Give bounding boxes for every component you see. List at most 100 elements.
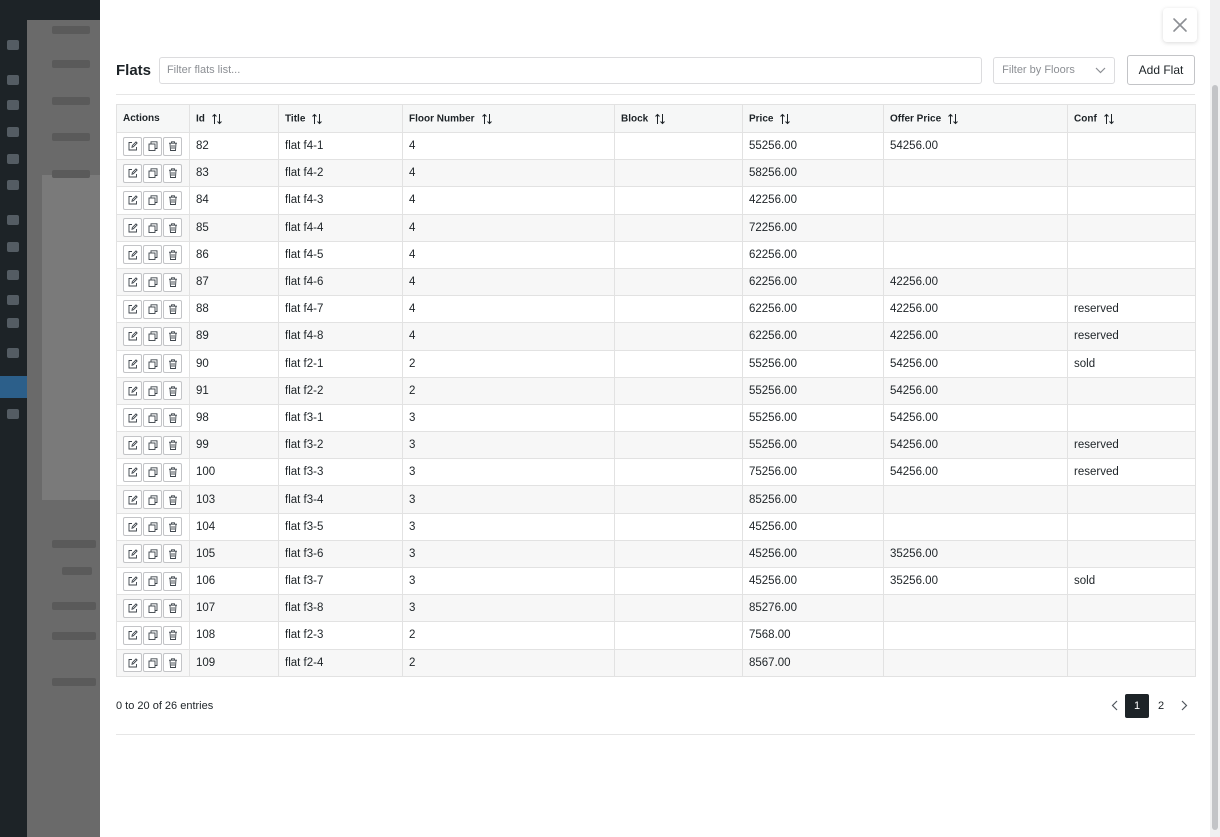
- duplicate-button[interactable]: [143, 381, 162, 401]
- filter-by-floors-select[interactable]: Filter by Floors: [993, 56, 1116, 84]
- add-flat-button[interactable]: Add Flat: [1127, 55, 1195, 85]
- delete-button[interactable]: [163, 435, 182, 455]
- cell-id: 99: [189, 431, 279, 460]
- column-header-offer-price[interactable]: Offer Price: [883, 104, 1068, 133]
- edit-button[interactable]: [123, 571, 142, 591]
- cell-floor-number: 4: [402, 131, 615, 161]
- duplicate-icon: [148, 331, 157, 342]
- edit-button[interactable]: [123, 299, 142, 319]
- page-2-button[interactable]: 2: [1149, 694, 1173, 718]
- edit-button[interactable]: [123, 272, 142, 292]
- edit-button[interactable]: [123, 408, 142, 428]
- prev-page-button[interactable]: [1103, 694, 1125, 718]
- duplicate-button[interactable]: [143, 326, 162, 346]
- cell-offer-price: [883, 621, 1068, 650]
- delete-button[interactable]: [163, 245, 182, 265]
- column-header-id[interactable]: Id: [189, 104, 279, 133]
- duplicate-button[interactable]: [143, 598, 162, 618]
- edit-button[interactable]: [123, 598, 142, 618]
- delete-button[interactable]: [163, 462, 182, 482]
- column-header-title[interactable]: Title: [278, 104, 403, 133]
- edit-button[interactable]: [123, 490, 142, 510]
- cell-conf: [1067, 267, 1196, 297]
- edit-button[interactable]: [123, 625, 142, 645]
- column-header-floor-number[interactable]: Floor Number: [402, 104, 615, 133]
- edit-button[interactable]: [123, 517, 142, 537]
- duplicate-button[interactable]: [143, 136, 162, 156]
- duplicate-button[interactable]: [143, 272, 162, 292]
- column-header-block[interactable]: Block: [614, 104, 743, 133]
- edit-button[interactable]: [123, 163, 142, 183]
- cell-offer-price: [883, 648, 1068, 677]
- duplicate-button[interactable]: [143, 571, 162, 591]
- delete-button[interactable]: [163, 381, 182, 401]
- column-header-conf[interactable]: Conf: [1067, 104, 1196, 133]
- duplicate-button[interactable]: [143, 517, 162, 537]
- edit-button[interactable]: [123, 381, 142, 401]
- cell-id: 82: [189, 131, 279, 161]
- delete-button[interactable]: [163, 598, 182, 618]
- duplicate-button[interactable]: [143, 544, 162, 564]
- close-button[interactable]: [1163, 8, 1197, 42]
- duplicate-icon: [148, 413, 157, 423]
- duplicate-button[interactable]: [143, 299, 162, 319]
- edit-button[interactable]: [123, 544, 142, 564]
- duplicate-button[interactable]: [143, 490, 162, 510]
- cell-title: flat f4-6: [278, 267, 403, 297]
- delete-button[interactable]: [163, 571, 182, 591]
- edit-button[interactable]: [123, 190, 142, 210]
- scrollbar-thumb[interactable]: [1212, 85, 1218, 830]
- delete-button[interactable]: [163, 408, 182, 428]
- next-page-button[interactable]: [1173, 694, 1195, 718]
- delete-button[interactable]: [163, 544, 182, 564]
- duplicate-button[interactable]: [143, 625, 162, 645]
- cell-id: 83: [189, 159, 279, 188]
- duplicate-button[interactable]: [143, 218, 162, 238]
- modal-scrollbar[interactable]: [1210, 0, 1220, 837]
- delete-button[interactable]: [163, 653, 182, 673]
- delete-button[interactable]: [163, 354, 182, 374]
- delete-button[interactable]: [163, 326, 182, 346]
- delete-button[interactable]: [163, 163, 182, 183]
- delete-button[interactable]: [163, 190, 182, 210]
- column-header-price[interactable]: Price: [742, 104, 884, 133]
- filter-flats-input[interactable]: [158, 56, 983, 84]
- duplicate-button[interactable]: [143, 163, 162, 183]
- cell-floor-number: 2: [402, 648, 615, 677]
- delete-button[interactable]: [163, 517, 182, 537]
- duplicate-button[interactable]: [143, 462, 162, 482]
- cell-title: flat f4-3: [278, 186, 403, 215]
- page-1-button[interactable]: 1: [1125, 693, 1149, 718]
- duplicate-button[interactable]: [143, 245, 162, 265]
- cell-price: 55256.00: [742, 349, 884, 378]
- duplicate-button[interactable]: [143, 408, 162, 428]
- cell-block: [614, 539, 743, 569]
- duplicate-button[interactable]: [143, 653, 162, 673]
- edit-button[interactable]: [123, 354, 142, 374]
- edit-button[interactable]: [123, 136, 142, 156]
- cell-actions: [116, 131, 190, 161]
- delete-button[interactable]: [163, 625, 182, 645]
- delete-button[interactable]: [163, 218, 182, 238]
- edit-button[interactable]: [123, 435, 142, 455]
- delete-button[interactable]: [163, 272, 182, 292]
- edit-button[interactable]: [123, 462, 142, 482]
- sort-icon: [948, 113, 958, 124]
- cell-block: [614, 240, 743, 269]
- edit-button[interactable]: [123, 245, 142, 265]
- cell-title: flat f3-8: [278, 594, 403, 623]
- cell-actions: [116, 240, 190, 269]
- duplicate-button[interactable]: [143, 190, 162, 210]
- duplicate-icon: [148, 386, 157, 396]
- menu-icon: [7, 100, 19, 110]
- cell-offer-price: 54256.00: [883, 376, 1068, 405]
- duplicate-button[interactable]: [143, 354, 162, 374]
- duplicate-button[interactable]: [143, 435, 162, 455]
- edit-button[interactable]: [123, 218, 142, 238]
- edit-button[interactable]: [123, 653, 142, 673]
- edit-button[interactable]: [123, 326, 142, 346]
- delete-button[interactable]: [163, 136, 182, 156]
- delete-button[interactable]: [163, 299, 182, 319]
- table-row: 87 flat f4-6 4 62256.00 42256.00: [116, 267, 1196, 297]
- delete-button[interactable]: [163, 490, 182, 510]
